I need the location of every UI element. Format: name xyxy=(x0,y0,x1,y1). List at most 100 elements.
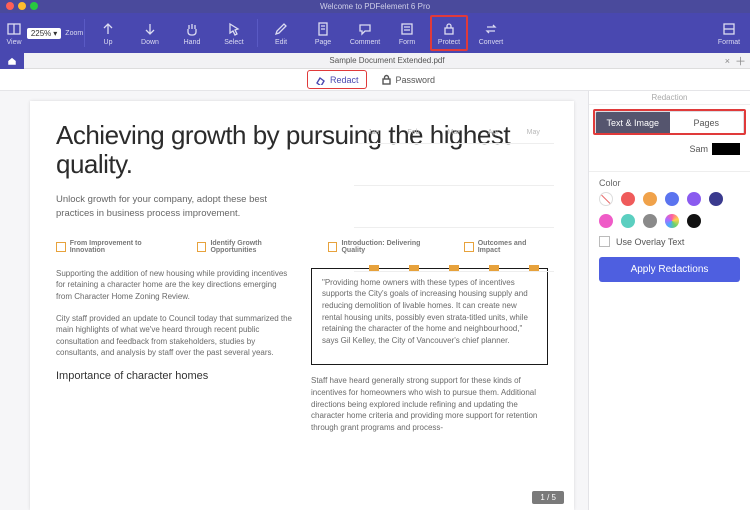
color-swatch-purple[interactable] xyxy=(687,192,701,206)
comment-label: Comment xyxy=(350,39,380,46)
convert-button[interactable]: Convert xyxy=(470,13,512,53)
color-swatch-teal[interactable] xyxy=(621,214,635,228)
separator xyxy=(84,19,85,47)
window-titlebar: Welcome to PDFelement 6 Pro xyxy=(0,0,750,13)
arrow-down-icon xyxy=(142,21,158,37)
zoom-label: Zoom xyxy=(65,30,83,37)
hand-icon xyxy=(184,21,200,37)
window-minimize-button[interactable] xyxy=(18,2,26,10)
chart-month: Jan xyxy=(368,129,379,136)
document-viewport[interactable]: Achieving growth by pursuing the highest… xyxy=(0,91,588,510)
document-tabstrip: Sample Document Extended.pdf × ＋ xyxy=(0,53,750,69)
password-lock-icon xyxy=(381,74,392,85)
chart-month: Feb xyxy=(407,129,419,136)
format-button[interactable]: Format xyxy=(708,13,750,53)
chevron-down-icon: ▾ xyxy=(53,29,57,38)
zoom-value-box[interactable]: 225% ▾ xyxy=(27,28,61,39)
color-swatch-grid xyxy=(589,192,750,236)
page-button[interactable]: Page xyxy=(302,13,344,53)
redaction-preview: Sam xyxy=(589,139,750,163)
color-swatch-gray[interactable] xyxy=(643,214,657,228)
apply-redactions-button[interactable]: Apply Redactions xyxy=(599,257,740,282)
hand-label: Hand xyxy=(184,39,201,46)
view-label: View xyxy=(6,39,21,46)
separator xyxy=(257,19,258,47)
document-tab-title[interactable]: Sample Document Extended.pdf xyxy=(24,56,750,65)
color-swatch-black[interactable] xyxy=(687,214,701,228)
convert-label: Convert xyxy=(479,39,504,46)
redact-icon xyxy=(315,74,326,85)
body-paragraph: Supporting the addition of new housing w… xyxy=(56,268,293,303)
close-tab-button[interactable]: × xyxy=(725,56,730,66)
view-icon xyxy=(6,21,22,37)
bar-chart: Jan Feb Mar Apr May xyxy=(354,129,554,289)
tab-text-and-image[interactable]: Text & Image xyxy=(596,112,670,134)
protect-subtoolbar: Redact Password xyxy=(0,69,750,91)
down-label: Down xyxy=(141,39,159,46)
password-button[interactable]: Password xyxy=(375,72,442,87)
convert-icon xyxy=(483,21,499,37)
apply-redactions-label: Apply Redactions xyxy=(631,264,709,275)
color-swatch-orange[interactable] xyxy=(643,192,657,206)
new-tab-button[interactable]: ＋ xyxy=(735,53,746,69)
section-label: Identify Growth Opportunities xyxy=(210,240,305,254)
hand-button[interactable]: Hand xyxy=(171,13,213,53)
main-toolbar: View 225% ▾ Zoom Up Down Hand Select xyxy=(0,13,750,53)
redaction-panel: Redaction Text & Image Pages Sam Color xyxy=(588,91,750,510)
sample-label: Sam xyxy=(689,144,708,154)
arrow-up-icon xyxy=(100,21,116,37)
zoom-control[interactable]: 225% ▾ Zoom xyxy=(28,13,82,53)
form-icon xyxy=(399,21,415,37)
color-swatch-none[interactable] xyxy=(599,192,613,206)
up-button[interactable]: Up xyxy=(87,13,129,53)
cursor-icon xyxy=(226,21,242,37)
body-subheading: Importance of character homes xyxy=(56,369,293,385)
edit-label: Edit xyxy=(275,39,287,46)
up-label: Up xyxy=(104,39,113,46)
color-section-label: Color xyxy=(589,178,750,192)
protect-button[interactable]: Protect xyxy=(428,13,470,53)
section-icon xyxy=(56,242,66,252)
redaction-mode-tabs-highlight: Text & Image Pages xyxy=(589,105,750,139)
select-label: Select xyxy=(224,39,243,46)
color-swatch-navy[interactable] xyxy=(709,192,723,206)
home-icon xyxy=(7,56,17,66)
color-swatch-magenta[interactable] xyxy=(599,214,613,228)
chart-month: May xyxy=(527,129,540,136)
down-button[interactable]: Down xyxy=(129,13,171,53)
window-controls xyxy=(6,2,38,10)
edit-icon xyxy=(273,21,289,37)
chart-month: Apr xyxy=(488,129,499,136)
window-maximize-button[interactable] xyxy=(30,2,38,10)
form-label: Form xyxy=(399,39,415,46)
form-button[interactable]: Form xyxy=(386,13,428,53)
comment-icon xyxy=(357,21,373,37)
view-button[interactable]: View xyxy=(0,13,28,53)
redact-button[interactable]: Redact xyxy=(309,72,365,87)
color-swatch-custom[interactable] xyxy=(665,214,679,228)
lock-icon xyxy=(441,21,457,37)
body-paragraph: Staff have heard generally strong suppor… xyxy=(311,375,548,433)
tab-pages[interactable]: Pages xyxy=(670,112,744,134)
tab-label: Text & Image xyxy=(606,118,659,128)
page-label: Page xyxy=(315,39,331,46)
edit-button[interactable]: Edit xyxy=(260,13,302,53)
select-button[interactable]: Select xyxy=(213,13,255,53)
divider xyxy=(589,171,750,172)
redaction-swatch-preview xyxy=(712,143,740,155)
protect-label: Protect xyxy=(438,39,460,46)
comment-button[interactable]: Comment xyxy=(344,13,386,53)
home-tab-button[interactable] xyxy=(0,53,24,69)
section-label: From Improvement to Innovation xyxy=(70,240,175,254)
document-page: Achieving growth by pursuing the highest… xyxy=(30,101,574,510)
color-swatch-blue[interactable] xyxy=(665,192,679,206)
password-label: Password xyxy=(396,75,436,85)
tab-label: Pages xyxy=(693,118,719,128)
window-close-button[interactable] xyxy=(6,2,14,10)
page-number-indicator: 1 / 5 xyxy=(532,491,564,504)
use-overlay-text-checkbox[interactable] xyxy=(599,236,610,247)
chart-month: Mar xyxy=(448,129,460,136)
redact-label: Redact xyxy=(330,75,359,85)
page-lead: Unlock growth for your company, adopt th… xyxy=(56,193,286,220)
color-swatch-red[interactable] xyxy=(621,192,635,206)
